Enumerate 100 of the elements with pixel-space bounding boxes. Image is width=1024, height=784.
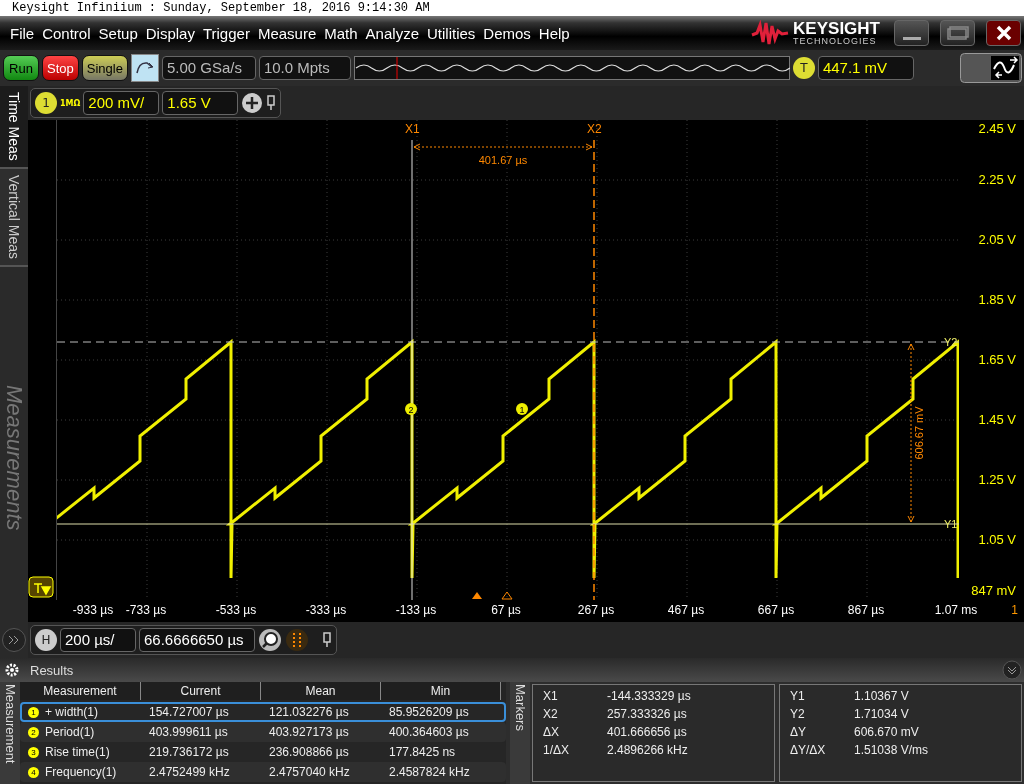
menu-item[interactable]: Display	[145, 24, 195, 42]
reference-marker[interactable]	[501, 591, 513, 600]
channel-badge[interactable]: 1	[35, 92, 57, 114]
trigger-badge[interactable]: T	[792, 57, 815, 79]
horizontal-badge[interactable]: H	[35, 629, 57, 651]
waveform-mode-icon[interactable]	[960, 53, 1022, 83]
table-cell: 403.927173 µs	[269, 725, 349, 739]
menu-item[interactable]: Utilities	[427, 24, 476, 42]
auto-scale-button[interactable]	[130, 54, 159, 82]
menu-item[interactable]: Help	[538, 24, 570, 42]
y-axis-label: 2.25 V	[978, 171, 1016, 189]
x-axis-label: -333 µs	[305, 603, 347, 617]
x-axis-label: 867 µs	[847, 603, 885, 617]
close-icon	[995, 25, 1012, 41]
menu-item[interactable]: Math	[324, 24, 358, 42]
vertical-scale-field[interactable]: 200 mV/	[83, 91, 160, 115]
menu-item[interactable]: Analyze	[365, 24, 419, 42]
pin-icon[interactable]	[266, 95, 277, 111]
run-button[interactable]: Run	[3, 55, 39, 81]
trigger-position-marker[interactable]	[472, 592, 482, 599]
x-axis-label: 1.07 ms	[934, 603, 978, 617]
table-cell: 403.999611 µs	[149, 725, 228, 739]
measurement-number: 3	[28, 746, 39, 758]
channel-number-label: 1	[1011, 603, 1018, 619]
marker-value: -144.333329 µs	[607, 689, 692, 703]
y2-cursor-line[interactable]	[57, 341, 959, 343]
table-cell: Frequency(1)	[45, 765, 117, 779]
close-button[interactable]	[986, 20, 1021, 46]
x1-cursor-label: X1	[405, 122, 420, 136]
table-cell: Period(1)	[45, 725, 95, 739]
y2-cursor-label: Y2	[944, 336, 958, 348]
table-cell: 121.032276 µs	[269, 705, 349, 719]
pin-icon[interactable]	[322, 632, 332, 648]
table-cell: 2.4587824 kHz	[389, 765, 470, 779]
x-axis-label: 667 µs	[757, 603, 795, 617]
delta-x-reading: 401.67 µs	[478, 154, 528, 166]
marker-label: X2	[543, 707, 559, 721]
vertical-offset-field[interactable]: 1.65 V	[162, 91, 239, 115]
x1-cursor-line[interactable]	[411, 139, 413, 600]
expand-button[interactable]	[2, 628, 26, 652]
table-cell: 400.364603 µs	[389, 725, 469, 739]
result-row[interactable]: 2 Period(1) 403.999611 µs 403.927173 µs 400.364603 µs	[20, 722, 506, 742]
time-scale-field[interactable]: 200 µs/	[60, 628, 136, 652]
markers-icon[interactable]	[285, 628, 309, 652]
restore-button[interactable]	[940, 20, 975, 46]
memory-depth-field[interactable]: 10.0 Mpts	[258, 56, 351, 80]
window-title: Keysight Infiniium : Sunday, September 18, 2016 9:14:30 AM	[0, 0, 1024, 16]
table-cell: 2.4757040 kHz	[269, 765, 350, 779]
marker-label: 1/ΔX	[543, 743, 571, 757]
marker-value: 401.666656 µs	[607, 725, 688, 739]
measurement-tab[interactable]: Measurement	[0, 682, 20, 784]
y-axis-label: 1.45 V	[978, 411, 1016, 429]
markers-tab[interactable]: Markers	[510, 682, 530, 784]
table-cell: Rise time(1)	[45, 745, 110, 759]
y1-cursor-line[interactable]	[57, 523, 959, 525]
result-row[interactable]: 4 Frequency(1) 2.4752499 kHz 2.4757040 kHz 2.4587824 kHz	[20, 762, 506, 782]
menu-item[interactable]: Demos	[483, 24, 531, 42]
side-tab[interactable]: Time Meas	[0, 86, 28, 169]
y-axis-label: 1.05 V	[978, 531, 1016, 549]
menu-item[interactable]: File	[10, 24, 35, 42]
marker-value: 1.71034 V	[854, 707, 910, 721]
zoom-icon[interactable]	[258, 628, 282, 652]
minimize-button[interactable]	[894, 20, 929, 46]
time-position-field[interactable]: 66.6666650 µs	[139, 628, 255, 652]
collapse-icon[interactable]	[1002, 660, 1022, 680]
single-button[interactable]: Single	[81, 55, 128, 81]
x2-cursor-label: X2	[587, 122, 602, 136]
y-axis-label: 1.25 V	[978, 471, 1016, 489]
y-axis-label: 1.85 V	[978, 291, 1016, 309]
impedance-label: 1MΩ	[60, 98, 81, 108]
column-header: Current	[141, 682, 261, 700]
x-axis-label: -933 µs	[72, 603, 114, 617]
menu-item[interactable]: Control	[42, 24, 91, 42]
table-cell: + width(1)	[45, 705, 99, 719]
sample-rate-field[interactable]: 5.00 GSa/s	[161, 56, 256, 80]
double-chevron-icon	[8, 635, 20, 645]
brand-subtitle: TECHNOLOGIES	[793, 37, 878, 46]
settings-icon[interactable]	[4, 662, 20, 678]
delta-y-reading: 606.67 mV	[913, 406, 925, 460]
measurement-number: 4	[28, 766, 39, 778]
add-icon[interactable]	[241, 92, 264, 114]
y-axis-label: 1.65 V	[978, 351, 1016, 369]
menu-item[interactable]: Trigger	[202, 24, 250, 42]
side-tab[interactable]: Vertical Meas	[0, 168, 28, 267]
y1-cursor-label: Y1	[944, 518, 958, 530]
measurement-number: 2	[28, 726, 39, 738]
trigger-level-field[interactable]: 447.1 mV	[817, 56, 914, 80]
table-cell: 219.736172 µs	[149, 745, 229, 759]
result-row[interactable]: 1 + width(1) 154.727007 µs 121.032276 µs 85.9526209 µs	[20, 702, 506, 722]
column-header: Mean	[261, 682, 381, 700]
marker-value: 2.4896266 kHz	[607, 743, 689, 757]
menu-item[interactable]: Setup	[98, 24, 138, 42]
x2-cursor-line[interactable]	[593, 139, 595, 600]
menu-item[interactable]: Measure	[257, 24, 317, 42]
stop-button[interactable]: Stop	[42, 55, 79, 81]
column-header: Min	[381, 682, 501, 700]
measurement-marker: 2	[405, 403, 417, 415]
marker-label: ΔX	[543, 725, 561, 739]
marker-label: ΔY	[790, 725, 808, 739]
y-axis-label: 2.05 V	[978, 231, 1016, 249]
